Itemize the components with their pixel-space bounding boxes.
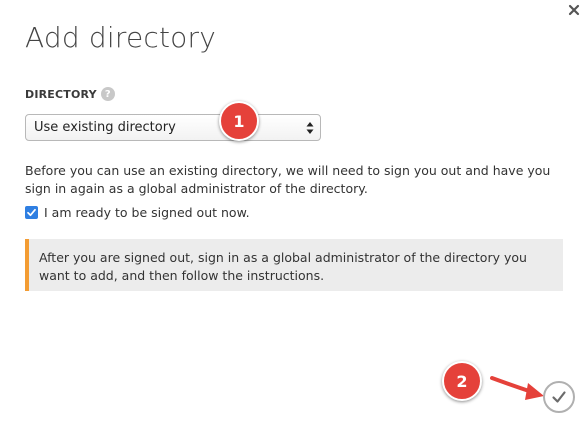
directory-select-value: Use existing directory [34,120,176,135]
ready-checkbox-row: I am ready to be signed out now. [25,205,250,220]
annotation-badge-1: 1 [219,101,259,141]
ready-checkbox-label[interactable]: I am ready to be signed out now. [44,205,250,220]
add-directory-dialog: Add directory DIRECTORY ? Use existing d… [0,0,588,425]
directory-field-label: DIRECTORY [25,87,97,101]
ready-checkbox[interactable] [25,206,38,219]
checkmark-icon [27,208,36,217]
close-icon [568,4,580,16]
checkmark-icon [552,391,566,403]
close-button[interactable] [567,2,581,16]
dialog-title: Add directory [25,21,216,54]
signout-description: Before you can use an existing directory… [25,163,551,196]
confirm-button[interactable] [543,381,575,413]
help-icon[interactable]: ? [100,87,115,101]
signin-notice: After you are signed out, sign in as a g… [25,239,563,291]
signin-notice-text: After you are signed out, sign in as a g… [39,250,527,283]
annotation-arrow-icon [490,376,544,400]
select-arrows-icon [306,122,314,134]
annotation-badge-2: 2 [442,361,482,401]
directory-select[interactable]: Use existing directory [25,114,321,141]
directory-label-row: DIRECTORY ? [25,87,115,101]
